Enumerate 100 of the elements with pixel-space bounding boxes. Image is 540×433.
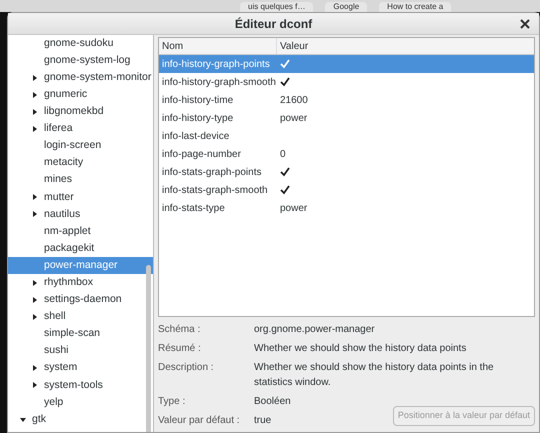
tree-item[interactable]: gnumeric bbox=[8, 86, 153, 104]
table-row[interactable]: info-history-graph-smooth bbox=[159, 73, 534, 91]
tree-item-label: login-screen bbox=[44, 138, 102, 154]
table-cell-text: info-history-graph-points bbox=[161, 58, 271, 72]
expanded-arrow-icon[interactable] bbox=[20, 416, 26, 423]
tree-item[interactable]: packagekit bbox=[8, 240, 153, 258]
tree-item[interactable]: settings-daemon bbox=[8, 291, 153, 308]
close-button[interactable] bbox=[520, 18, 531, 29]
tree-item[interactable]: nm-applet bbox=[8, 223, 153, 240]
table-cell-text: info-stats-graph-smooth bbox=[161, 184, 269, 198]
tree-item-label: nautilus bbox=[44, 206, 80, 222]
tree-item[interactable]: rhythmbox bbox=[8, 274, 153, 292]
collapsed-arrow-icon[interactable] bbox=[32, 108, 38, 115]
table-cell-text: power bbox=[280, 112, 308, 126]
tree-item[interactable]: gnome-sudoku bbox=[8, 35, 153, 52]
tree-item-label: settings-daemon bbox=[44, 292, 122, 308]
table-row[interactable]: info-history-time 21600 bbox=[159, 91, 534, 109]
tree-item[interactable]: gnome-system-monitor bbox=[8, 69, 153, 86]
collapsed-arrow-icon[interactable] bbox=[32, 314, 38, 320]
collapsed-arrow-icon[interactable] bbox=[32, 74, 38, 81]
table-cell-text: info-history-type bbox=[161, 112, 234, 126]
field-label: Valeur par défaut : bbox=[158, 414, 241, 428]
window-title: Éditeur dconf bbox=[234, 16, 312, 32]
tree-item-label: gnumeric bbox=[44, 86, 88, 102]
close-icon bbox=[520, 18, 530, 28]
table-row[interactable]: info-stats-graph-smooth bbox=[159, 181, 534, 199]
field-value: Whether we should show the history data points in the statistics window. bbox=[254, 361, 495, 390]
tree-item-label: shell bbox=[44, 309, 66, 324]
browser-tab[interactable]: uis quelques f… bbox=[240, 2, 314, 12]
tree-item[interactable]: libgnomekbd bbox=[8, 103, 153, 120]
collapsed-arrow-icon[interactable] bbox=[32, 211, 38, 218]
tree-item[interactable]: gnome-system-log bbox=[8, 52, 153, 70]
tree-item[interactable]: system-tools bbox=[8, 376, 153, 394]
checkbox[interactable] bbox=[280, 185, 290, 195]
tree-item-label: mutter bbox=[44, 190, 74, 205]
checkbox[interactable] bbox=[280, 167, 290, 177]
table-cell-text: 0 bbox=[280, 148, 286, 162]
tree-item-label: libgnomekbd bbox=[44, 104, 104, 120]
browser-tab[interactable]: Google bbox=[325, 2, 368, 12]
tree-item[interactable]: nautilus bbox=[8, 206, 153, 224]
field-value: true bbox=[254, 414, 272, 428]
table-cell-text: info-stats-type bbox=[161, 202, 226, 216]
scrollbar[interactable] bbox=[146, 265, 151, 432]
collapsed-arrow-icon[interactable] bbox=[32, 194, 38, 200]
tree-item[interactable]: shell bbox=[8, 308, 153, 326]
tree-item-label: gnome-sudoku bbox=[44, 36, 114, 51]
table-row[interactable]: info-page-number 0 bbox=[159, 145, 534, 163]
table-cell-text: info-history-graph-smooth bbox=[161, 76, 277, 90]
field-value: Whether we should show the history data points bbox=[254, 342, 466, 356]
tree-item-label: packagekit bbox=[44, 240, 94, 256]
table-cell-text: power bbox=[280, 202, 308, 216]
checkbox[interactable] bbox=[280, 77, 290, 87]
tree-item-label: metacity bbox=[44, 155, 84, 170]
tree-item[interactable]: mines bbox=[8, 172, 153, 189]
field-value: org.gnome.power-manager bbox=[254, 323, 375, 337]
tree-item-label: system-tools bbox=[44, 378, 103, 393]
table-row[interactable]: info-stats-graph-points bbox=[159, 163, 534, 181]
tree-item-label: gnome-system-monitor bbox=[44, 70, 152, 85]
tree-item[interactable]: mutter bbox=[8, 188, 153, 206]
table-cell-text: 21600 bbox=[280, 94, 308, 108]
tree-item[interactable]: simple-scan bbox=[8, 326, 153, 343]
tree-item[interactable]: login-screen bbox=[8, 138, 153, 155]
collapsed-arrow-icon[interactable] bbox=[32, 296, 38, 303]
tree-item[interactable]: liferea bbox=[8, 120, 153, 138]
table-row[interactable]: info-history-type power bbox=[159, 109, 534, 127]
table-row[interactable]: info-stats-type power bbox=[159, 199, 534, 217]
tree-item[interactable]: sushi bbox=[8, 342, 153, 360]
field-value: Booléen bbox=[254, 395, 291, 409]
tree-item-label: simple-scan bbox=[44, 326, 100, 342]
tree-item-label: nm-applet bbox=[44, 224, 91, 239]
tree-item-label: sushi bbox=[44, 343, 69, 358]
collapsed-arrow-icon[interactable] bbox=[32, 365, 38, 372]
tree-item[interactable]: yelp bbox=[8, 394, 153, 412]
column-header[interactable]: Nom bbox=[159, 38, 277, 54]
table-cell-text: info-history-time bbox=[161, 94, 234, 108]
tree-item-label: yelp bbox=[44, 394, 64, 410]
table-cell-text: info-stats-graph-points bbox=[161, 166, 262, 180]
tree-item-label: rhythmbox bbox=[44, 274, 94, 290]
tree-item-label: gtk bbox=[32, 412, 46, 427]
table-cell-text: info-last-device bbox=[161, 130, 230, 144]
field-label: Schéma : bbox=[158, 323, 202, 337]
field-label: Résumé : bbox=[158, 342, 202, 356]
collapsed-arrow-icon[interactable] bbox=[32, 280, 38, 286]
tree-item-label: liferea bbox=[44, 121, 73, 136]
tree-item-label: gnome-system-log bbox=[44, 52, 130, 68]
tree-item[interactable]: metacity bbox=[8, 154, 153, 172]
tree-item-label: system bbox=[44, 360, 78, 376]
tree-item-label: mines bbox=[44, 172, 72, 188]
browser-tab[interactable]: How to create a bbox=[379, 2, 452, 12]
collapsed-arrow-icon[interactable] bbox=[32, 126, 38, 132]
tree-item-label: power-manager bbox=[44, 258, 118, 273]
field-label: Type : bbox=[158, 395, 186, 409]
tree-item[interactable]: system bbox=[8, 360, 153, 377]
table-cell-text: info-page-number bbox=[161, 148, 242, 162]
collapsed-arrow-icon[interactable] bbox=[32, 382, 38, 388]
field-label: Description : bbox=[158, 361, 215, 375]
collapsed-arrow-icon[interactable] bbox=[32, 92, 38, 98]
column-header[interactable]: Valeur bbox=[277, 38, 534, 54]
table-row[interactable]: info-last-device bbox=[159, 127, 534, 145]
tree-item[interactable]: gtk bbox=[8, 411, 153, 428]
